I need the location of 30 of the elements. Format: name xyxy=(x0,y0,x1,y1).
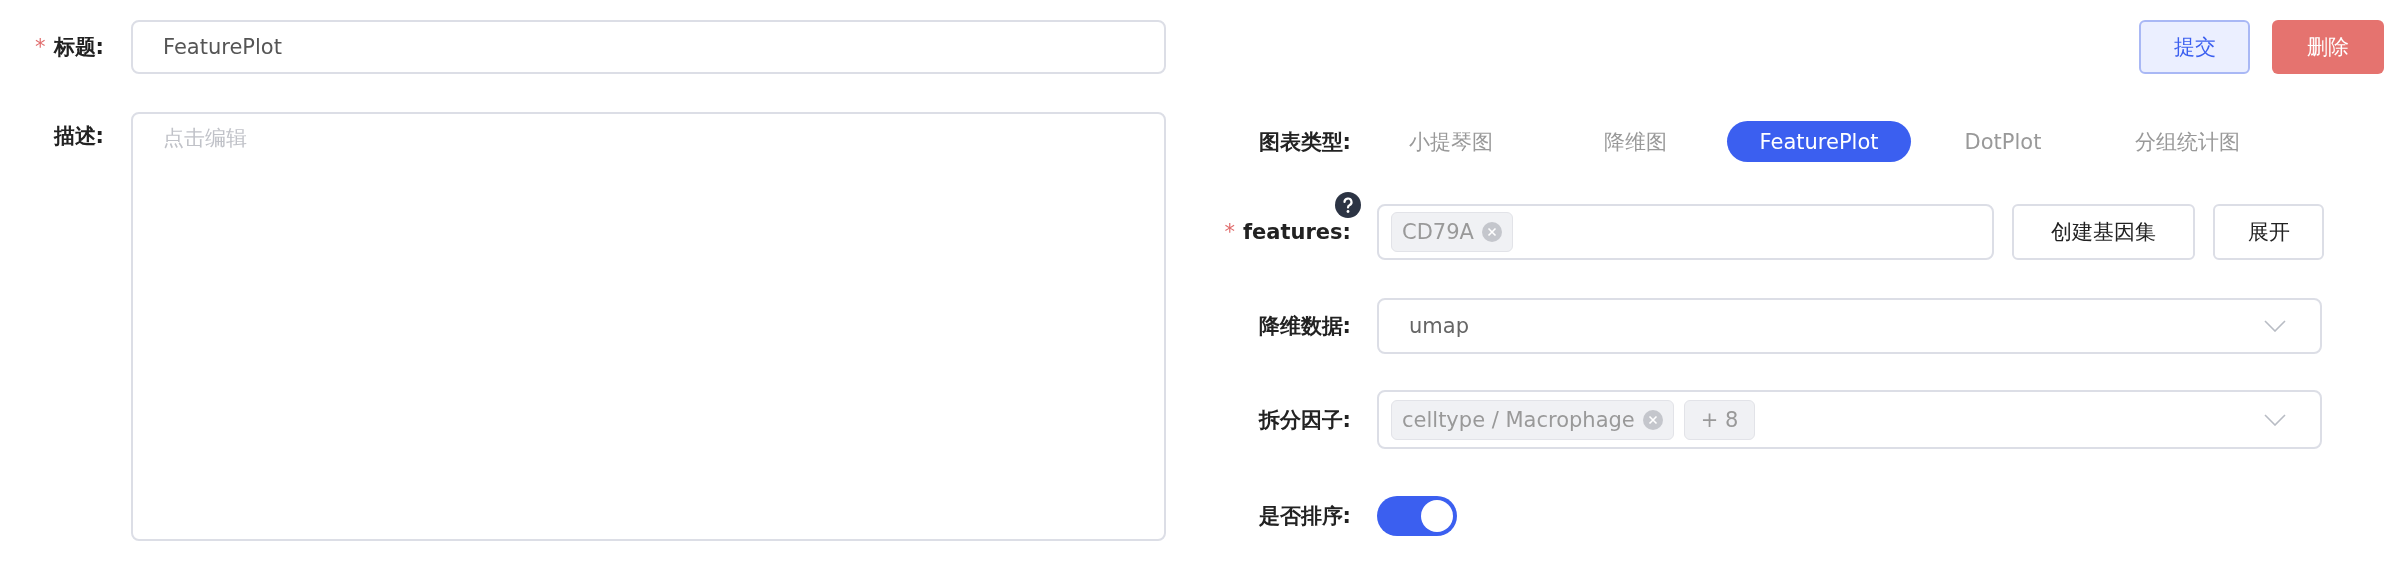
chevron-down-icon xyxy=(2264,413,2286,426)
reduction-select[interactable]: umap xyxy=(1377,298,2322,354)
chart-type-tab[interactable]: FeaturePlot xyxy=(1727,121,1911,162)
field-label: features: xyxy=(1242,220,1351,244)
action-button[interactable]: 创建基因集 xyxy=(2012,204,2195,260)
tag-label: celltype / Macrophage xyxy=(1402,407,1635,432)
chart-type-tab[interactable]: 小提琴图 xyxy=(1359,121,1543,162)
required-asterisk: * xyxy=(1224,220,1235,244)
field-label: 拆分因子: xyxy=(1258,407,1351,432)
more-count-tag: + 8 xyxy=(1683,399,1756,440)
tag-label: CD79A xyxy=(1402,220,1474,244)
chevron-down-icon xyxy=(2264,320,2286,332)
help-icon[interactable] xyxy=(1335,192,1361,218)
required-asterisk: * xyxy=(35,35,46,59)
title-input[interactable]: FeaturePlot xyxy=(131,20,1166,74)
split-factor-select[interactable]: celltype / Macrophage + 8 xyxy=(1377,390,2322,449)
submit-button[interactable]: 提交 xyxy=(2139,20,2250,74)
field-label: 标题: xyxy=(53,35,104,59)
field-label: 降维数据: xyxy=(1258,314,1351,338)
sort-toggle[interactable] xyxy=(1377,496,1457,536)
features-input[interactable]: CD79A xyxy=(1377,204,1994,260)
chart-type-tab[interactable]: 分组统计图 xyxy=(2095,121,2279,162)
action-button[interactable]: 展开 xyxy=(2213,204,2324,260)
delete-button[interactable]: 删除 xyxy=(2272,20,2384,74)
field-label: 是否排序: xyxy=(1258,504,1351,528)
description-textarea[interactable]: 点击编辑 xyxy=(131,112,1166,541)
field-label: 图表类型: xyxy=(1258,129,1351,154)
chart-type-tab[interactable]: DotPlot xyxy=(1911,121,2095,162)
chart-type-tab[interactable]: 降维图 xyxy=(1543,121,1727,162)
field-label: 描述: xyxy=(53,124,104,148)
